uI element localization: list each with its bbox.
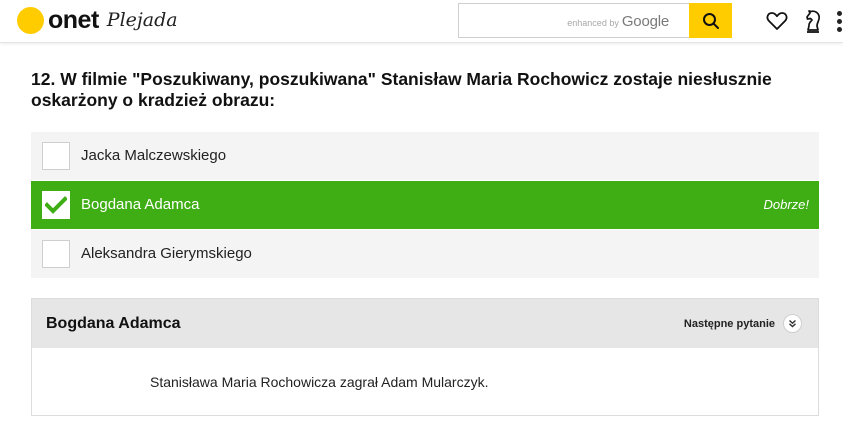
chevron-down-icon xyxy=(789,319,796,328)
answer-option-2[interactable]: Bogdana Adamca Dobrze! xyxy=(31,181,819,229)
question-text: 12. W filmie "Poszukiwany, poszukiwana" … xyxy=(31,69,772,110)
answer-checkbox[interactable] xyxy=(42,142,70,170)
enhanced-by-label: enhanced by xyxy=(567,18,619,28)
result-title: Bogdana Adamca xyxy=(46,315,181,332)
answer-option-1[interactable]: Jacka Malczewskiego xyxy=(31,132,819,180)
logo-text: onet xyxy=(48,5,99,34)
search-branding: enhanced by Google xyxy=(567,13,669,30)
answer-label: Aleksandra Gierymskiego xyxy=(81,245,252,262)
result-header: Bogdana Adamca Następne pytanie xyxy=(32,299,818,348)
answer-checkbox[interactable] xyxy=(42,240,70,268)
games-button[interactable] xyxy=(802,8,824,34)
result-explanation: Stanisława Maria Rochowicza zagrał Adam … xyxy=(150,374,489,390)
favorites-button[interactable] xyxy=(765,10,789,32)
search-icon xyxy=(702,12,719,29)
logo-subtitle: Plejada xyxy=(106,9,178,31)
search-box[interactable]: enhanced by Google xyxy=(458,3,690,38)
logo-dot-icon xyxy=(17,6,44,34)
next-question-button[interactable]: Następne pytanie xyxy=(684,314,802,333)
result-panel: Bogdana Adamca Następne pytanie Stanisła… xyxy=(31,298,819,416)
answer-label: Bogdana Adamca xyxy=(81,196,200,213)
answer-list: Jacka Malczewskiego Bogdana Adamca Dobrz… xyxy=(31,132,819,279)
search-button[interactable] xyxy=(689,3,732,38)
answer-label: Jacka Malczewskiego xyxy=(81,147,227,164)
site-header: onet Plejada enhanced by Google xyxy=(0,0,843,43)
chess-knight-icon xyxy=(806,10,821,33)
next-question-label: Następne pytanie xyxy=(683,317,775,330)
answer-verdict: Dobrze! xyxy=(763,197,809,212)
next-question-circle[interactable] xyxy=(783,314,802,333)
site-logo[interactable]: onet Plejada xyxy=(17,5,178,35)
google-label: Google xyxy=(621,13,669,30)
answer-checkbox[interactable] xyxy=(42,191,70,219)
checkmark-icon xyxy=(45,196,67,214)
answer-option-3[interactable]: Aleksandra Gierymskiego xyxy=(31,230,819,278)
more-button[interactable] xyxy=(834,8,843,34)
heart-icon xyxy=(766,12,788,30)
